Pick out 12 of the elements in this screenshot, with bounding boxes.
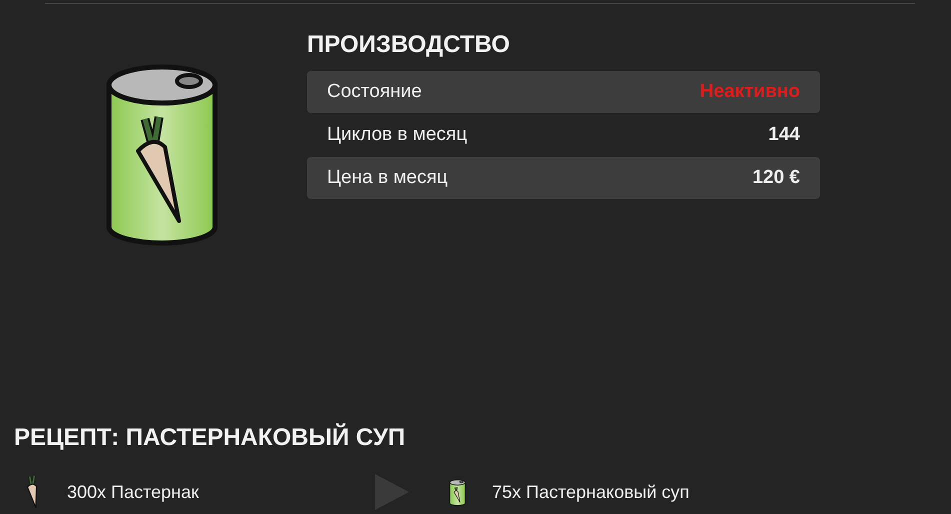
product-text: 75x Пастернаковый суп bbox=[492, 482, 690, 502]
row-label: Циклов в месяц bbox=[327, 124, 468, 146]
ingredient-text: 300x Пастернак bbox=[67, 482, 199, 502]
row-value: 144 bbox=[768, 124, 800, 146]
section-title: ПРОИЗВОДСТВО bbox=[307, 31, 511, 59]
recipe-title: РЕЦЕПТ: ПАСТЕРНАКОВЫЙ СУП bbox=[14, 424, 406, 452]
soup-can-icon bbox=[449, 478, 466, 506]
status-value: Неактивно bbox=[700, 81, 800, 103]
row-label: Состояние bbox=[327, 81, 422, 103]
parsnip-icon bbox=[24, 475, 40, 509]
row-value: 120 € bbox=[752, 167, 800, 189]
row-label: Цена в месяц bbox=[327, 167, 448, 189]
